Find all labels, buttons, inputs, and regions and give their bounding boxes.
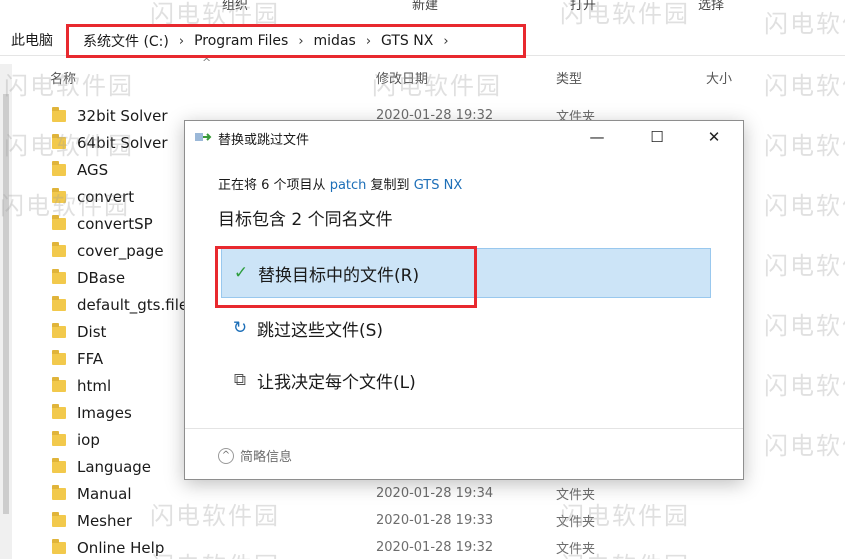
copy-prefix: 正在将 6 个项目从 <box>218 178 326 193</box>
breadcrumb-program-files[interactable]: Program Files <box>194 33 288 49</box>
ribbon-group-new: 新建 <box>412 0 439 13</box>
copy-progress-text: 正在将 6 个项目从 patch 复制到 GTS NX <box>218 174 462 193</box>
column-header-name[interactable]: 名称 <box>50 68 76 87</box>
folder-icon <box>52 268 66 284</box>
file-type: 文件夹 <box>556 542 596 557</box>
file-modified-date: 2020-01-28 19:32 <box>376 540 494 555</box>
file-name: Online Help <box>77 538 165 557</box>
dialog-title: 替换或跳过文件 <box>218 133 310 148</box>
folder-icon <box>52 322 66 338</box>
close-icon[interactable]: ✕ <box>702 125 726 149</box>
copy-middle: 复制到 <box>370 178 410 193</box>
source-folder-link[interactable]: patch <box>330 178 367 193</box>
nav-pane-scrollbar[interactable] <box>0 64 12 559</box>
destination-folder-link[interactable]: GTS NX <box>414 178 463 193</box>
compare-files-icon: ⧉ <box>233 370 247 390</box>
folder-icon <box>52 484 66 500</box>
folder-icon <box>52 241 66 257</box>
breadcrumb-gts-nx[interactable]: GTS NX <box>381 33 433 49</box>
folder-icon <box>52 457 66 473</box>
file-modified-date: 2020-01-28 19:34 <box>376 486 494 501</box>
file-transfer-icon <box>195 133 212 141</box>
maximize-icon[interactable]: ☐ <box>645 125 669 149</box>
chevron-right-icon[interactable]: › <box>366 34 371 49</box>
this-pc-label[interactable]: 此电脑 <box>11 30 53 50</box>
address-bar[interactable]: 系统文件 (C:) › Program Files › midas › GTS … <box>66 24 526 58</box>
decide-option-label: 让我决定每个文件(L) <box>257 372 416 393</box>
folder-icon <box>52 214 66 230</box>
file-row[interactable]: Mesher 2020-01-28 19:33 文件夹 <box>52 507 845 534</box>
folder-icon <box>52 133 66 149</box>
replace-or-skip-dialog: 替换或跳过文件 — ☐ ✕ 正在将 6 个项目从 patch 复制到 GTS N… <box>184 120 744 480</box>
folder-icon <box>52 106 66 122</box>
dialog-titlebar[interactable]: 替换或跳过文件 — ☐ ✕ <box>185 121 743 153</box>
file-modified-date: 2020-01-28 19:33 <box>376 513 494 528</box>
folder-icon <box>52 538 66 554</box>
file-type: 文件夹 <box>556 488 596 503</box>
watermark-text: 闪电软件园 <box>764 72 845 100</box>
folder-icon <box>52 187 66 203</box>
file-row[interactable]: Manual 2020-01-28 19:34 文件夹 <box>52 480 845 507</box>
sort-ascending-icon: ^ <box>202 56 212 69</box>
highlight-annotation-box <box>215 246 477 308</box>
decide-each-file-option[interactable]: ⧉ 让我决定每个文件(L) <box>221 355 711 405</box>
minimize-icon[interactable]: — <box>585 125 609 149</box>
breadcrumb-drive[interactable]: 系统文件 (C:) <box>83 31 169 51</box>
file-name: Mesher <box>77 511 132 530</box>
folder-icon <box>52 295 66 311</box>
chevron-right-icon[interactable]: › <box>443 34 448 49</box>
folder-icon <box>52 403 66 419</box>
column-header-modified[interactable]: 修改日期 <box>376 68 428 87</box>
folder-icon <box>52 511 66 527</box>
chevron-up-icon: ^ <box>218 447 234 464</box>
breadcrumb-midas[interactable]: midas <box>314 33 356 49</box>
folder-icon <box>52 376 66 392</box>
dialog-heading: 目标包含 2 个同名文件 <box>218 210 393 230</box>
ribbon-group-captions: 组织 新建 打开 选择 <box>0 0 845 14</box>
skip-arrow-icon: ↻ <box>232 318 248 338</box>
column-header-size[interactable]: 大小 <box>706 68 732 87</box>
skip-option-label: 跳过这些文件(S) <box>257 320 384 341</box>
chevron-right-icon[interactable]: › <box>179 34 184 49</box>
ribbon-group-open: 打开 <box>570 0 597 13</box>
ribbon-group-organize: 组织 <box>222 0 249 13</box>
folder-icon <box>52 349 66 365</box>
skip-files-option[interactable]: ↻ 跳过这些文件(S) <box>221 303 711 353</box>
file-row[interactable]: Online Help 2020-01-28 19:32 文件夹 <box>52 534 845 559</box>
address-row: 此电脑 系统文件 (C:) › Program Files › midas › … <box>0 22 845 58</box>
dialog-footer: ^ 简略信息 <box>185 428 743 479</box>
fewer-details-label: 简略信息 <box>240 450 293 465</box>
chevron-right-icon[interactable]: › <box>298 34 303 49</box>
folder-icon <box>52 430 66 446</box>
ribbon-group-select: 选择 <box>698 0 725 13</box>
file-name: Manual <box>77 484 132 503</box>
fewer-details-button[interactable]: ^ 简略信息 <box>218 446 292 465</box>
file-type: 文件夹 <box>556 515 596 530</box>
column-header-type[interactable]: 类型 <box>556 68 582 87</box>
folder-icon <box>52 160 66 176</box>
scrollbar-thumb[interactable] <box>3 94 9 514</box>
